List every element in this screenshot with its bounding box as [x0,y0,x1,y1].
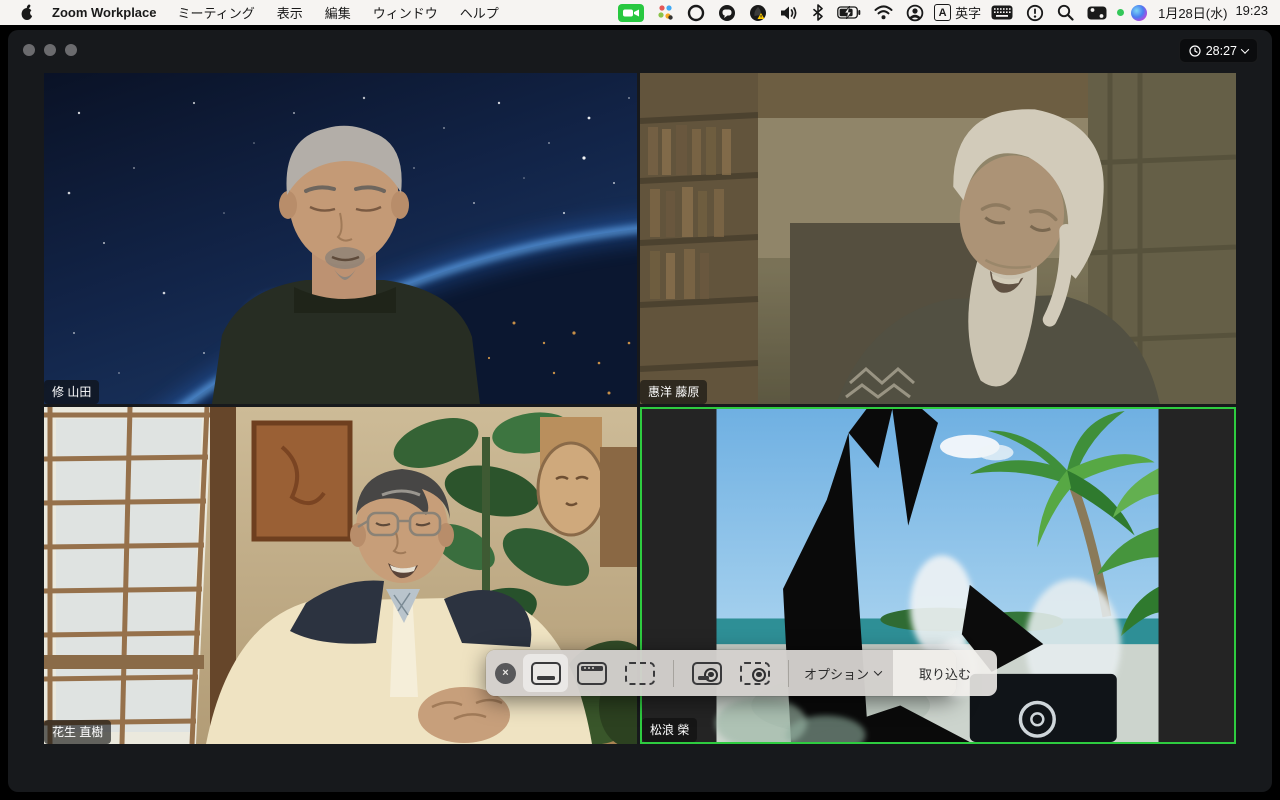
siri-icon[interactable] [1131,4,1148,21]
window-controls [23,44,77,56]
input-label: 英字 [955,6,982,21]
yamada-video-feed [44,73,637,404]
input-badge: A [934,4,952,21]
capture-window-button[interactable] [568,654,616,692]
menu-edit[interactable]: 編集 [314,3,362,22]
spotlight-icon[interactable] [1054,2,1077,24]
screenshot-toolbar: × オプション 取り込む [486,650,998,696]
app-name[interactable]: Zoom Workplace [42,5,167,20]
apple-menu[interactable] [12,4,42,21]
creative-cloud-icon[interactable] [684,2,708,24]
capture-button[interactable]: 取り込む [893,650,998,696]
clock-icon [1189,44,1201,57]
battery-charging-icon[interactable] [834,2,864,24]
video-tile-fujiwara[interactable]: 惠洋 藤原 [640,73,1236,404]
chevron-down-icon [873,667,883,676]
capture-selection-icon [625,661,655,685]
record-screen-icon [692,661,722,685]
capture-screen-icon [530,661,561,685]
fujiwara-video-feed [640,73,1236,404]
meeting-timer[interactable]: 28:27 [1178,38,1258,63]
screenshot-close-button[interactable]: × [495,662,516,684]
apple-icon [21,4,35,20]
timer-value: 28:27 [1205,43,1237,58]
input-source[interactable]: A 英字 [934,3,981,22]
menu-bar: Zoom Workplace ミーティング 表示 編集 ウィンドウ ヘルプ A … [0,0,1280,25]
capture-window-icon [577,661,607,685]
wifi-icon[interactable] [871,2,896,24]
participant-name: 惠洋 藤原 [640,380,708,404]
menu-meeting[interactable]: ミーティング [167,3,266,22]
close-window-button[interactable] [23,44,35,56]
date-text: 1月28日(水) [1158,6,1228,21]
capture-entire-screen-button[interactable] [523,654,568,692]
clock-alert-icon[interactable] [1023,2,1047,24]
control-center-icon[interactable] [1084,2,1110,24]
toolbar-divider [788,659,789,687]
video-grid: 修 山田 惠洋 藤原 花生 直樹 松浪 榮 [44,73,1236,744]
options-label: オプション [804,666,870,682]
record-selection-button[interactable] [731,654,779,692]
zoom-camera-icon[interactable] [615,2,647,24]
participant-name: 花生 直樹 [44,720,112,744]
menu-window[interactable]: ウィンドウ [362,3,449,22]
bluetooth-icon[interactable] [809,2,827,24]
keyboard-viewer-icon[interactable] [988,2,1016,24]
record-screen-button[interactable] [683,654,731,692]
menu-view[interactable]: 表示 [266,3,314,22]
record-selection-icon [740,661,770,685]
menu-bar-clock[interactable]: 1月28日(水) 19:23 [1154,3,1268,22]
recording-dot [1117,9,1125,16]
participant-name: 修 山田 [44,380,100,404]
minimize-window-button[interactable] [44,44,56,56]
line-icon[interactable] [715,2,739,24]
volume-icon[interactable] [777,2,802,24]
colorful-app-icon[interactable] [654,2,677,24]
alert-app-icon[interactable] [746,2,770,24]
zoom-window-button[interactable] [65,44,77,56]
user-account-icon[interactable] [903,2,927,24]
capture-label: 取り込む [919,666,972,682]
participant-name: 松浪 榮 [642,718,698,742]
menu-help[interactable]: ヘルプ [449,3,510,22]
time-text: 19:23 [1235,3,1268,18]
capture-selection-button[interactable] [616,654,664,692]
chevron-down-icon [1240,44,1250,54]
video-tile-yamada[interactable]: 修 山田 [44,73,637,404]
toolbar-divider [673,659,674,687]
options-button[interactable]: オプション [798,650,893,696]
